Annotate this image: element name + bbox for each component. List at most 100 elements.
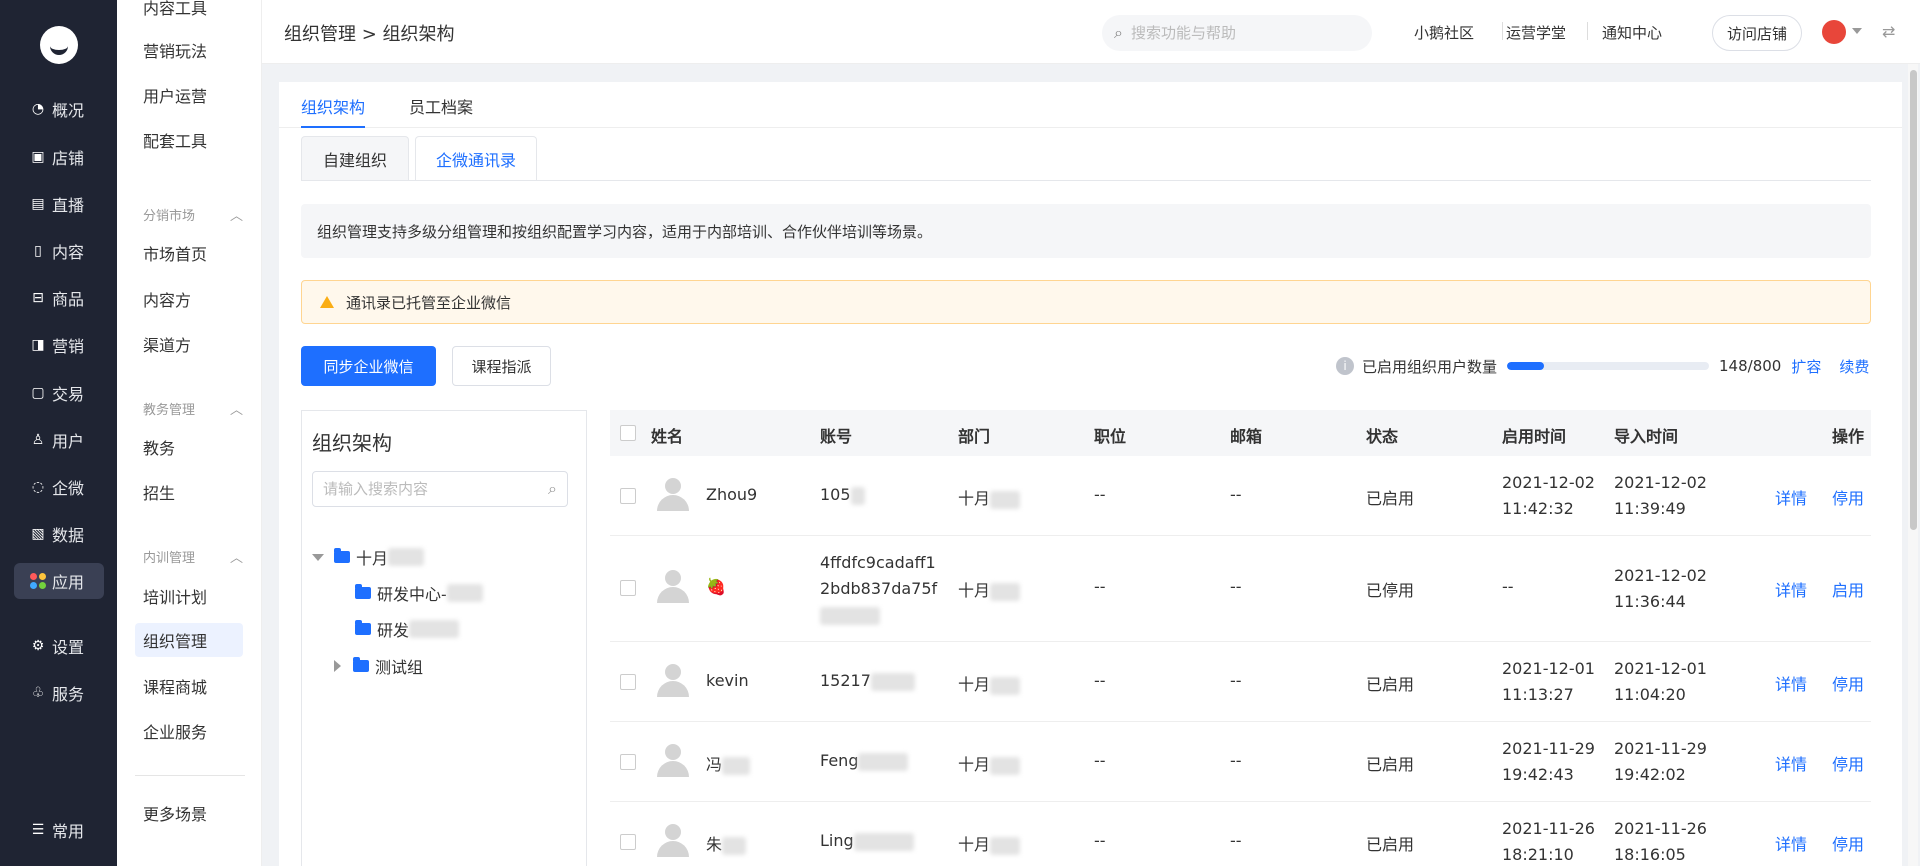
- sub-item-training-plan[interactable]: 培训计划: [135, 579, 243, 613]
- nav-item-trade[interactable]: ▢ 交易: [14, 375, 104, 411]
- nav-item-live[interactable]: ▤ 直播: [14, 186, 104, 222]
- chevron-down-icon[interactable]: [1852, 28, 1862, 34]
- name-text: 朱: [706, 835, 723, 854]
- sub-item-content-tools[interactable]: 内容工具: [135, 0, 243, 24]
- nav-item-marketing[interactable]: ◨ 营销: [14, 327, 104, 363]
- detail-link[interactable]: 详情: [1775, 485, 1807, 509]
- link-community[interactable]: 小鹅社区: [1414, 22, 1474, 43]
- row-checkbox[interactable]: [620, 834, 636, 850]
- sub-item-org-manage[interactable]: 组织管理: [135, 623, 243, 657]
- cell-position: --: [1094, 831, 1106, 850]
- tree-node[interactable]: 研发中心-: [355, 581, 483, 605]
- logo[interactable]: [40, 26, 78, 64]
- detail-link[interactable]: 详情: [1775, 831, 1807, 855]
- tree-node-root[interactable]: 十月: [312, 545, 425, 569]
- nav-item-common[interactable]: ☰ 常用: [14, 812, 104, 848]
- cell-position: --: [1094, 485, 1106, 504]
- course-assign-button[interactable]: 课程指派: [452, 346, 551, 386]
- table-row: kevin 15217 十月 -- -- 已启用 2021-12-01 11:13…: [610, 642, 1871, 722]
- store-icon: ▣: [31, 149, 45, 165]
- avatar[interactable]: [1822, 20, 1846, 44]
- tree-search[interactable]: ⌕: [312, 471, 568, 507]
- select-all-checkbox[interactable]: [620, 425, 636, 441]
- visit-store-button[interactable]: 访问店铺: [1712, 15, 1802, 51]
- toggle-status-link[interactable]: 停用: [1832, 751, 1864, 775]
- tab-org-structure[interactable]: 组织架构: [301, 94, 366, 128]
- tree-node[interactable]: 研发: [355, 617, 460, 641]
- nav-item-goods[interactable]: ⊟ 商品: [14, 280, 104, 316]
- sub-item-enterprise-service[interactable]: 企业服务: [135, 714, 243, 748]
- global-search[interactable]: ⌕: [1102, 15, 1372, 51]
- sub-item-channel[interactable]: 渠道方: [135, 327, 243, 361]
- toggle-status-link[interactable]: 停用: [1832, 831, 1864, 855]
- detail-link[interactable]: 详情: [1775, 671, 1807, 695]
- row-checkbox[interactable]: [620, 488, 636, 504]
- row-checkbox[interactable]: [620, 674, 636, 690]
- sub-item-course-mall[interactable]: 课程商城: [135, 669, 243, 703]
- sub-item-tools[interactable]: 配套工具: [135, 123, 243, 157]
- tab-employee-records[interactable]: 员工档案: [409, 94, 473, 128]
- scrollbar-thumb[interactable]: [1910, 70, 1917, 530]
- tree-node[interactable]: 测试组: [334, 654, 423, 678]
- nav-item-user[interactable]: ♙ 用户: [14, 422, 104, 458]
- info-icon[interactable]: i: [1336, 357, 1354, 375]
- warning-icon: [320, 296, 334, 308]
- nav-item-service[interactable]: ♧ 服务: [14, 675, 104, 711]
- time: 11:39:49: [1614, 499, 1686, 518]
- link-academy[interactable]: 运营学堂: [1506, 22, 1566, 43]
- link-notifications[interactable]: 通知中心: [1602, 22, 1662, 43]
- table-row: Zhou9 105 十月 -- -- 已启用 2021-12-02 11:42:3…: [610, 456, 1871, 536]
- nav-item-overview[interactable]: ◔ 概况: [14, 91, 104, 127]
- cell-email: --: [1230, 485, 1242, 504]
- search-input[interactable]: [1130, 24, 1351, 42]
- service-icon: ♧: [31, 685, 45, 701]
- cell-import-time: 2021-12-01 11:04:20: [1614, 656, 1707, 708]
- search-icon[interactable]: ⌕: [548, 479, 557, 499]
- sub-item-enroll[interactable]: 招生: [135, 475, 243, 509]
- nav-item-store[interactable]: ▣ 店铺: [14, 139, 104, 175]
- detail-link[interactable]: 详情: [1775, 751, 1807, 775]
- date: 2021-11-29: [1502, 739, 1595, 758]
- switch-icon[interactable]: ⇄: [1882, 22, 1895, 41]
- group-label: 内训管理: [143, 551, 196, 566]
- toggle-status-link[interactable]: 启用: [1832, 577, 1864, 601]
- expand-link[interactable]: 扩容: [1791, 356, 1821, 377]
- sub-group-distribution[interactable]: 分销市场 ︿: [143, 205, 243, 224]
- table-row: 朱 Ling 十月 -- -- 已启用 2021-11-26 18:21:10 2…: [610, 802, 1871, 866]
- nav-label: 交易: [52, 385, 85, 404]
- tab-wecom-contacts[interactable]: 企微通讯录: [415, 136, 537, 180]
- row-checkbox[interactable]: [620, 754, 636, 770]
- sub-item-marketing-play[interactable]: 营销玩法: [135, 33, 243, 67]
- quota-count: 148/800: [1719, 357, 1782, 375]
- tree-node-label: 十月: [356, 549, 389, 568]
- cell-account: Ling: [820, 831, 914, 851]
- nav-item-data[interactable]: ▧ 数据: [14, 516, 104, 552]
- nav-item-content[interactable]: ▯ 内容: [14, 233, 104, 269]
- sub-item-content-side[interactable]: 内容方: [135, 282, 243, 316]
- nav-label: 设置: [52, 638, 85, 657]
- tab-self-built-org[interactable]: 自建组织: [301, 136, 409, 180]
- info-banner: 组织管理支持多级分组管理和按组织配置学习内容，适用于内部培训、合作伙伴培训等场景…: [301, 204, 1871, 258]
- sub-item-market-home[interactable]: 市场首页: [135, 236, 243, 270]
- account-text: 4ffdfc9cadaff1: [820, 553, 936, 572]
- sub-item-edu[interactable]: 教务: [135, 430, 243, 464]
- nav-item-apps[interactable]: 应用: [14, 563, 104, 599]
- renew-link[interactable]: 续费: [1839, 356, 1869, 377]
- caret-down-icon[interactable]: [312, 553, 324, 561]
- nav-item-wecom[interactable]: ◌ 企微: [14, 469, 104, 505]
- sub-group-edu[interactable]: 教务管理 ︿: [143, 399, 243, 418]
- row-checkbox[interactable]: [620, 580, 636, 596]
- cell-import-time: 2021-11-29 19:42:02: [1614, 736, 1707, 788]
- toggle-status-link[interactable]: 停用: [1832, 671, 1864, 695]
- nav-item-settings[interactable]: ⚙ 设置: [14, 628, 104, 664]
- sub-item-more-scenes[interactable]: 更多场景: [135, 796, 243, 830]
- tree-search-input[interactable]: [323, 480, 549, 498]
- time: 18:21:10: [1502, 845, 1574, 864]
- caret-right-icon[interactable]: [334, 660, 341, 672]
- toggle-status-link[interactable]: 停用: [1832, 485, 1864, 509]
- sync-wecom-button[interactable]: 同步企业微信: [301, 346, 436, 386]
- detail-link[interactable]: 详情: [1775, 577, 1807, 601]
- sub-group-training[interactable]: 内训管理 ︿: [143, 547, 243, 566]
- cell-import-time: 2021-12-02 11:36:44: [1614, 563, 1707, 615]
- sub-item-user-ops[interactable]: 用户运营: [135, 78, 243, 112]
